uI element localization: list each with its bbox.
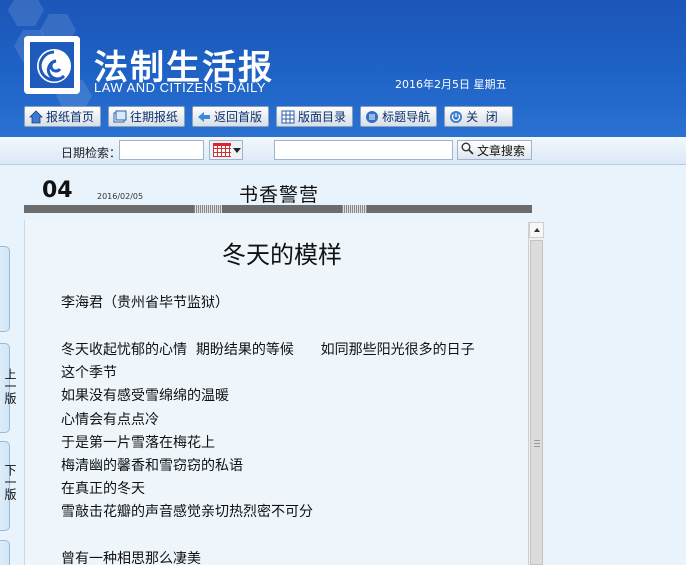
top-nav: 报纸首页 往期报纸 返回首版 版面目录 标题导航 关 闭 (24, 106, 513, 128)
article-line: 心情会有点点冷 (61, 411, 159, 428)
home-page-label: 报纸首页 (46, 110, 95, 124)
return-icon (197, 110, 211, 124)
article-scrollbar[interactable] (528, 222, 544, 565)
past-issues-label: 往期报纸 (130, 110, 179, 124)
power-icon (449, 110, 463, 124)
hex-decoration (8, 0, 44, 26)
grid-icon (281, 110, 295, 124)
grip-icon (534, 439, 540, 447)
page-directory-label: 版面目录 (298, 110, 347, 124)
list-icon (365, 110, 379, 124)
article-line: 雪敲击花瓣的声音感觉亲切热烈密不可分 (61, 504, 313, 521)
article-search-label: 文章搜索 (477, 143, 526, 158)
return-front-page-button[interactable]: 返回首版 (192, 106, 270, 127)
date-search-input[interactable] (119, 140, 204, 160)
search-icon (461, 142, 474, 158)
article-line: 梅清幽的馨香和雪窃窃的私语 (61, 457, 243, 474)
issue-date: 2016年2月5日 星期五 (395, 78, 507, 91)
search-bar: 日期检索： 文章搜索 (0, 137, 686, 165)
newspaper-subtitle: LAW AND CITIZENS DAILY (94, 80, 267, 95)
title-navigation-button[interactable]: 标题导航 (360, 106, 438, 127)
page-date: 2016/02/05 (97, 192, 144, 201)
article-author: 李海君（贵州省毕节监狱） (61, 295, 229, 311)
title-navigation-label: 标题导航 (382, 110, 431, 124)
article-line: 曾有一种相思那么凄美 (61, 550, 201, 565)
keyword-search-input[interactable] (274, 140, 453, 160)
page-header: 04 2016/02/05 书香警营 (24, 172, 532, 218)
article-line: 如果没有感受雪绵绵的温暖 (61, 388, 229, 405)
side-tab-blank[interactable] (0, 246, 10, 332)
article-line: 这个季节 (61, 365, 117, 382)
page-section-name: 书香警营 (239, 184, 320, 206)
page-number: 04 (42, 178, 73, 203)
masthead: 法制生活报 LAW AND CITIZENS DAILY 2016年2月5日 星… (0, 0, 686, 137)
newspaper-logo-icon (24, 36, 80, 94)
past-issues-button[interactable]: 往期报纸 (108, 106, 186, 127)
article-panel: 冬天的模样 李海君（贵州省毕节监狱） 冬天收起忧郁的心情 期盼结果的等候 如同那… (24, 220, 528, 565)
date-search-label: 日期检索： (61, 146, 122, 160)
scroll-thumb[interactable] (530, 240, 543, 565)
article-title: 冬天的模样 (222, 241, 342, 269)
article-body: 冬天收起忧郁的心情 期盼结果的等候 如同那些阳光很多的日子 这个季节 如果没有感… (61, 339, 475, 565)
archive-icon (113, 110, 127, 124)
article-line (61, 525, 475, 548)
next-page-tab[interactable]: 下一版 (0, 441, 17, 531)
return-front-page-label: 返回首版 (214, 110, 263, 124)
prev-page-label: 上一版 (3, 368, 17, 404)
next-page-label: 下一版 (3, 464, 17, 500)
chevron-down-icon (233, 147, 241, 153)
page-divider (24, 205, 532, 213)
home-page-button[interactable]: 报纸首页 (24, 106, 102, 127)
article-line: 于是第一片雪落在梅花上 (61, 434, 215, 451)
side-tab-blank[interactable] (0, 540, 10, 565)
article-line: 在真正的冬天 (61, 481, 145, 498)
home-icon (29, 109, 43, 124)
calendar-picker-button[interactable] (209, 140, 243, 160)
close-label: 关 闭 (466, 110, 498, 124)
prev-page-tab[interactable]: 上一版 (0, 343, 17, 433)
calendar-icon (213, 143, 231, 157)
article-line: 冬天收起忧郁的心情 期盼结果的等候 如同那些阳光很多的日子 (61, 342, 475, 358)
page-directory-button[interactable]: 版面目录 (276, 106, 354, 127)
article-search-button[interactable]: 文章搜索 (457, 140, 532, 160)
scroll-up-button[interactable] (529, 222, 544, 238)
close-button[interactable]: 关 闭 (444, 106, 513, 127)
